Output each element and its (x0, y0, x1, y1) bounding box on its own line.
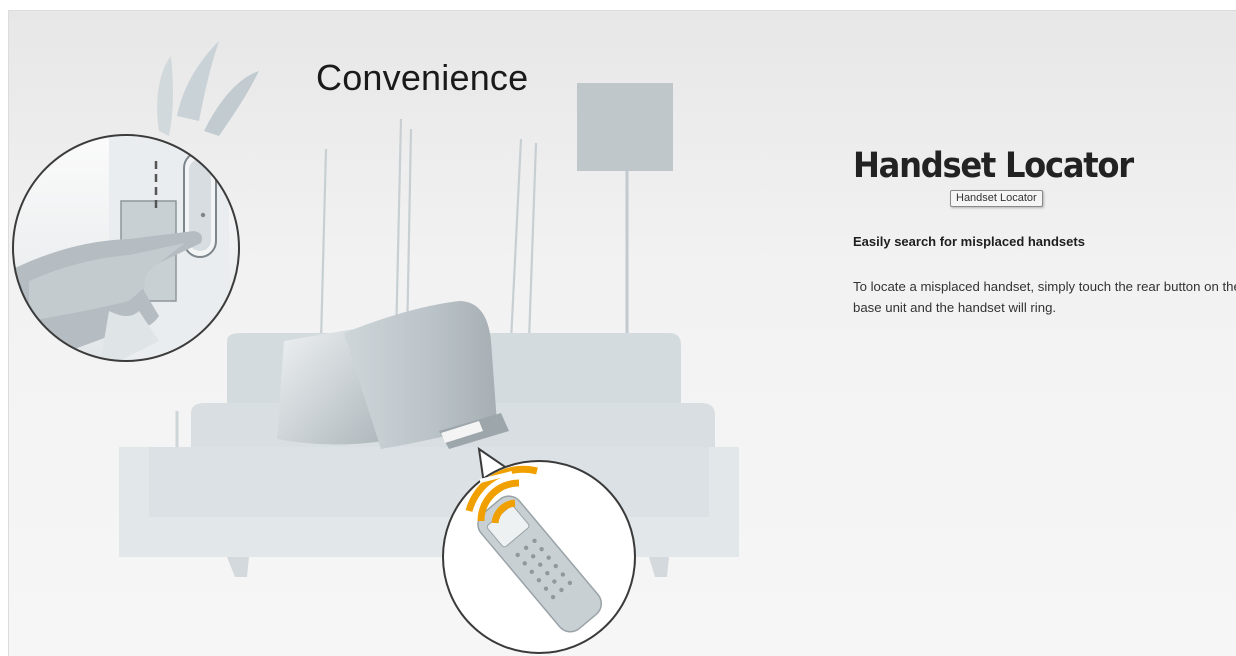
handset-locator-illustration (12, 41, 739, 654)
illustration-heading: Convenience (316, 57, 529, 98)
feature-panel: Convenience (8, 10, 1236, 656)
feature-info: Handset Locator (853, 140, 1236, 192)
title-tooltip: Handset Locator (950, 190, 1043, 207)
feature-subtitle: Easily search for misplaced handsets (853, 234, 1085, 249)
feature-description: To locate a misplaced handset, simply to… (853, 279, 1236, 315)
feature-title: Handset Locator (853, 146, 1134, 186)
